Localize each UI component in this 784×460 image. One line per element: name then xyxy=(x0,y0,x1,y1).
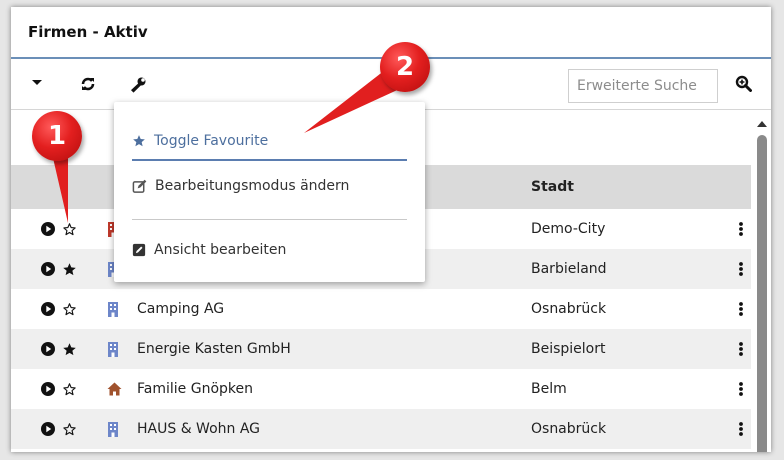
row-company-name[interactable]: Energie Kasten GmbH xyxy=(137,329,291,369)
more-vertical-icon xyxy=(739,422,743,436)
building-icon xyxy=(108,341,118,357)
play-circle-icon xyxy=(41,382,55,396)
row-open-button[interactable] xyxy=(41,409,55,449)
advanced-search-input[interactable] xyxy=(568,69,718,103)
menu-item-label: Toggle Favourite xyxy=(154,133,269,149)
star-outline-icon xyxy=(63,222,76,235)
annotation-badge-1: 1 xyxy=(32,111,82,161)
column-header-city[interactable]: Stadt xyxy=(531,165,574,209)
play-circle-icon xyxy=(41,422,55,436)
building-icon xyxy=(108,301,118,317)
menu-item-label: Ansicht bearbeiten xyxy=(154,242,287,258)
scroll-up-icon[interactable] xyxy=(753,117,771,131)
house-icon xyxy=(107,382,122,396)
play-circle-icon xyxy=(41,302,55,316)
star-outline-icon xyxy=(63,302,76,315)
row-open-button[interactable] xyxy=(41,289,55,329)
menu-item-toggle-favourite[interactable]: Toggle Favourite xyxy=(132,123,407,161)
scroll-thumb[interactable] xyxy=(757,135,767,452)
star-filled-icon xyxy=(63,262,76,275)
menu-divider xyxy=(132,219,407,220)
row-open-button[interactable] xyxy=(41,249,55,289)
scrollbar[interactable] xyxy=(753,109,771,452)
zoom-search-icon xyxy=(735,75,752,92)
row-open-button[interactable] xyxy=(41,369,55,409)
more-vertical-icon xyxy=(739,302,743,316)
star-filled-icon xyxy=(63,342,76,355)
tools-dropdown-menu: Toggle Favourite Bearbeitungsmodus änder… xyxy=(114,102,425,282)
row-favourite-toggle[interactable] xyxy=(62,249,77,289)
row-city: Osnabrück xyxy=(531,421,607,437)
annotation-badge-2: 2 xyxy=(380,42,430,92)
star-outline-icon xyxy=(63,422,76,435)
more-vertical-icon xyxy=(739,222,743,236)
table-row[interactable]: HAUS & Wohn AG Osnabrück xyxy=(11,409,751,449)
row-type-icon xyxy=(107,289,119,329)
star-icon xyxy=(133,135,145,147)
star-outline-icon xyxy=(63,382,76,395)
annotation-badge-label: 2 xyxy=(395,52,415,82)
row-company-name[interactable]: Familie Gnöpken xyxy=(137,369,253,409)
dropdown-toggle-button[interactable] xyxy=(31,76,43,88)
play-circle-icon xyxy=(41,342,55,356)
tools-menu-button[interactable] xyxy=(129,76,147,94)
row-company-name[interactable]: Camping AG xyxy=(137,289,224,329)
row-city: Beispielort xyxy=(531,341,606,357)
more-vertical-icon xyxy=(739,262,743,276)
row-open-button[interactable] xyxy=(41,329,55,369)
row-city: Osnabrück xyxy=(531,301,607,317)
row-city: Demo-City xyxy=(531,221,606,237)
refresh-button[interactable] xyxy=(80,76,96,92)
table-row[interactable]: Camping AG Osnabrück xyxy=(11,289,751,329)
table-row[interactable]: Energie Kasten GmbH Beispielort xyxy=(11,329,751,369)
panel-title: Firmen - Aktiv xyxy=(28,23,148,41)
annotation-badge-label: 1 xyxy=(47,121,67,151)
row-type-icon xyxy=(107,409,119,449)
row-type-icon xyxy=(107,369,122,409)
row-favourite-toggle[interactable] xyxy=(62,409,77,449)
row-type-icon xyxy=(107,329,119,369)
caret-down-icon xyxy=(32,80,42,85)
more-vertical-icon xyxy=(739,342,743,356)
row-favourite-toggle[interactable] xyxy=(62,209,77,249)
row-favourite-toggle[interactable] xyxy=(62,289,77,329)
more-vertical-icon xyxy=(739,382,743,396)
play-circle-icon xyxy=(41,262,55,276)
menu-item-edit-view[interactable]: Ansicht bearbeiten xyxy=(132,232,407,268)
menu-item-edit-mode[interactable]: Bearbeitungsmodus ändern xyxy=(132,168,407,204)
row-actions-button[interactable] xyxy=(738,409,744,449)
row-actions-button[interactable] xyxy=(738,289,744,329)
row-favourite-toggle[interactable] xyxy=(62,329,77,369)
menu-item-label: Bearbeitungsmodus ändern xyxy=(155,178,350,194)
play-circle-icon xyxy=(41,222,55,236)
building-icon xyxy=(108,421,118,437)
row-city: Barbieland xyxy=(531,261,607,277)
row-city: Belm xyxy=(531,381,567,397)
table-row[interactable]: Familie Gnöpken Belm xyxy=(11,369,751,409)
wrench-icon xyxy=(131,77,146,93)
row-actions-button[interactable] xyxy=(738,249,744,289)
row-actions-button[interactable] xyxy=(738,369,744,409)
row-company-name[interactable]: HAUS & Wohn AG xyxy=(137,409,260,449)
row-actions-button[interactable] xyxy=(738,329,744,369)
refresh-icon xyxy=(81,77,95,91)
edit-icon xyxy=(132,179,147,193)
edit-square-icon xyxy=(132,243,146,257)
row-favourite-toggle[interactable] xyxy=(62,369,77,409)
search-button[interactable] xyxy=(735,75,752,92)
row-actions-button[interactable] xyxy=(738,209,744,249)
row-open-button[interactable] xyxy=(41,209,55,249)
